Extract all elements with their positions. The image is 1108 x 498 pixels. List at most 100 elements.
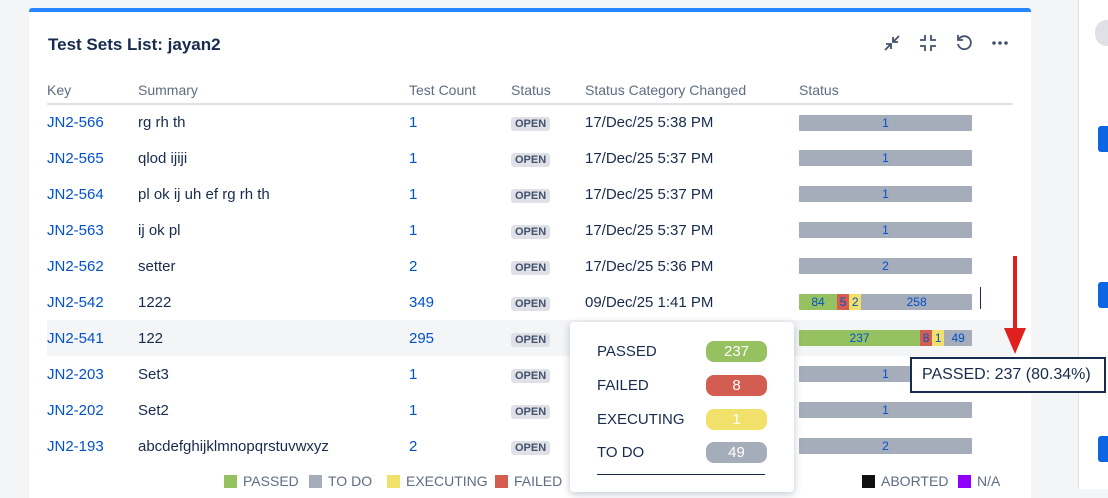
legend-label: TO DO — [328, 473, 373, 489]
legend-swatch — [862, 474, 875, 488]
legend-item: ABORTED — [862, 473, 948, 489]
test-sets-table: Key Summary Test Count Status Status Cat… — [47, 76, 1013, 464]
issue-key-link[interactable]: JN2-566 — [47, 114, 104, 131]
status-bar-segment-todo[interactable]: 2 — [799, 438, 972, 454]
status-bar-segment-executing[interactable]: 2 — [849, 294, 862, 310]
gadget-toolbar — [881, 32, 1011, 54]
summary-cell: rg rh th — [138, 114, 186, 131]
test-status-bar[interactable]: 2 — [799, 258, 972, 274]
test-status-bar[interactable]: 2 — [799, 438, 972, 454]
issue-key-link[interactable]: JN2-202 — [47, 402, 104, 419]
legend-swatch — [224, 474, 237, 488]
test-status-bar[interactable]: 1 — [799, 222, 972, 238]
test-count-link[interactable]: 1 — [409, 402, 417, 419]
table-row[interactable]: JN2-564 pl ok ij uh ef rg rh th 1 OPEN 17/De… — [47, 176, 1013, 212]
test-count-link[interactable]: 1 — [409, 150, 417, 167]
header-status-category-changed[interactable]: Status Category Changed — [585, 76, 799, 105]
status-bar-segment-todo[interactable]: 1 — [799, 114, 972, 131]
test-count-link[interactable]: 295 — [409, 330, 434, 347]
refresh-icon[interactable] — [953, 32, 975, 54]
status-bar-segment-todo[interactable]: 1 — [799, 150, 972, 166]
status-bar-segment-todo[interactable]: 1 — [799, 222, 972, 238]
test-count-link[interactable]: 2 — [409, 258, 417, 275]
table-row[interactable]: JN2-562 setter 2 OPEN 17/Dec/25 5:36 PM 2 — [47, 248, 1013, 284]
status-badge: OPEN — [511, 117, 551, 131]
status-bar-segment-failed[interactable]: 5 — [837, 294, 850, 310]
table-row[interactable]: JN2-566 rg rh th 1 OPEN 17/Dec/25 5:38 PM 1 — [47, 104, 1013, 140]
header-status[interactable]: Status — [511, 76, 585, 105]
status-badge: OPEN — [511, 188, 551, 203]
status-bar-segment-todo[interactable]: 2 — [799, 258, 972, 274]
table-row[interactable]: JN2-542 1222 349 OPEN 09/Dec/25 1:41 PM 84 5 2 2… — [47, 284, 1013, 320]
sidebar-button[interactable] — [1098, 126, 1108, 152]
status-bar-segment-todo[interactable]: 1 — [799, 186, 972, 202]
header-test-count[interactable]: Test Count — [409, 76, 511, 105]
status-bar-segment-todo[interactable]: 1 — [799, 402, 972, 418]
text-cursor — [980, 287, 981, 309]
status-changed-cell: 17/Dec/25 5:36 PM — [585, 257, 714, 275]
gadget-title: Test Sets List: jayan2 — [48, 35, 221, 54]
table-row[interactable]: JN2-541 122 295 OPEN 237 8 1 49 — [47, 320, 1013, 356]
status-changed-cell: 17/Dec/25 5:38 PM — [585, 114, 714, 131]
sidebar-button[interactable] — [1098, 436, 1108, 462]
legend-label: FAILED — [514, 473, 563, 489]
popup-status-count: 237 — [706, 341, 767, 362]
sidebar-button[interactable] — [1098, 282, 1108, 308]
legend-label: EXECUTING — [406, 473, 488, 489]
summary-cell: ij ok pl — [138, 221, 181, 239]
test-status-bar[interactable]: 1 — [799, 114, 972, 131]
table-row[interactable]: JN2-565 qlod ijiji 1 OPEN 17/Dec/25 5:37 PM 1 — [47, 140, 1013, 176]
table-row[interactable]: JN2-193 abcdefghijklmnopqrstuvwxyz 2 OPEN 2 — [47, 428, 1013, 464]
issue-key-link[interactable]: JN2-541 — [47, 330, 104, 347]
status-badge: OPEN — [511, 368, 551, 383]
legend-item: FAILED — [495, 473, 562, 489]
status-bar-segment-todo[interactable]: 49 — [944, 330, 972, 346]
table-row[interactable]: JN2-563 ij ok pl 1 OPEN 17/Dec/25 5:37 PM 1 — [47, 212, 1013, 248]
issue-key-link[interactable]: JN2-565 — [47, 150, 104, 167]
test-status-bar[interactable]: 84 5 2 258 — [799, 294, 972, 310]
status-bar-segment-passed[interactable]: 237 — [799, 330, 921, 346]
status-bar-segment-executing[interactable]: 1 — [932, 330, 945, 346]
minimize-icon[interactable] — [917, 32, 939, 54]
table-row[interactable]: JN2-203 Set3 1 OPEN 1 — [47, 356, 1013, 392]
test-count-link[interactable]: 1 — [409, 186, 417, 203]
legend-label: N/A — [977, 473, 1001, 489]
issue-key-link[interactable]: JN2-542 — [47, 294, 104, 311]
header-summary[interactable]: Summary — [138, 76, 409, 105]
header-progress-status[interactable]: Status — [799, 76, 1013, 105]
popup-status-count: 8 — [706, 375, 767, 396]
collapse-icon[interactable] — [881, 32, 903, 54]
header-key[interactable]: Key — [47, 76, 138, 105]
test-status-bar[interactable]: 1 — [799, 150, 972, 166]
test-status-bar[interactable]: 1 — [799, 402, 972, 418]
issue-key-link[interactable]: JN2-562 — [47, 258, 104, 275]
test-count-link[interactable]: 1 — [409, 366, 417, 383]
test-status-bar[interactable]: 1 — [799, 186, 972, 202]
popup-status-row: EXECUTING 1 — [597, 409, 767, 430]
test-count-link[interactable]: 1 — [409, 114, 417, 131]
issue-key-link[interactable]: JN2-193 — [47, 438, 104, 455]
legend-label: ABORTED — [881, 473, 949, 489]
passed-tooltip: PASSED: 237 (80.34%) — [910, 357, 1106, 393]
status-badge: OPEN — [511, 296, 551, 311]
issue-key-link[interactable]: JN2-564 — [47, 186, 104, 203]
status-bar-segment-todo[interactable]: 258 — [861, 294, 972, 310]
more-icon[interactable] — [989, 32, 1011, 54]
test-count-link[interactable]: 2 — [409, 438, 417, 455]
status-bar-segment-failed[interactable]: 8 — [920, 330, 933, 346]
status-legend: PASSEDTO DOEXECUTINGFAILEDN/A_STEPABORTE… — [29, 469, 1031, 493]
status-badge: OPEN — [511, 152, 551, 167]
issue-key-link[interactable]: JN2-563 — [47, 222, 104, 239]
test-status-bar[interactable]: 237 8 1 49 — [799, 330, 972, 346]
status-breakdown-popup: PASSED 237 FAILED 8 EXECUTING 1 TO DO 49 — [570, 322, 794, 492]
test-count-link[interactable]: 349 — [409, 294, 434, 311]
status-bar-segment-passed[interactable]: 84 — [799, 294, 838, 310]
table-row[interactable]: JN2-202 Set2 1 OPEN 1 — [47, 392, 1013, 428]
issue-key-link[interactable]: JN2-203 — [47, 366, 104, 383]
popup-status-label: EXECUTING — [597, 411, 685, 428]
summary-cell: qlod ijiji — [138, 149, 188, 167]
test-count-link[interactable]: 1 — [409, 222, 417, 239]
summary-cell: pl ok ij uh ef rg rh th — [138, 185, 270, 203]
popup-status-label: TO DO — [597, 444, 645, 461]
status-changed-cell: 17/Dec/25 5:37 PM — [585, 185, 714, 203]
